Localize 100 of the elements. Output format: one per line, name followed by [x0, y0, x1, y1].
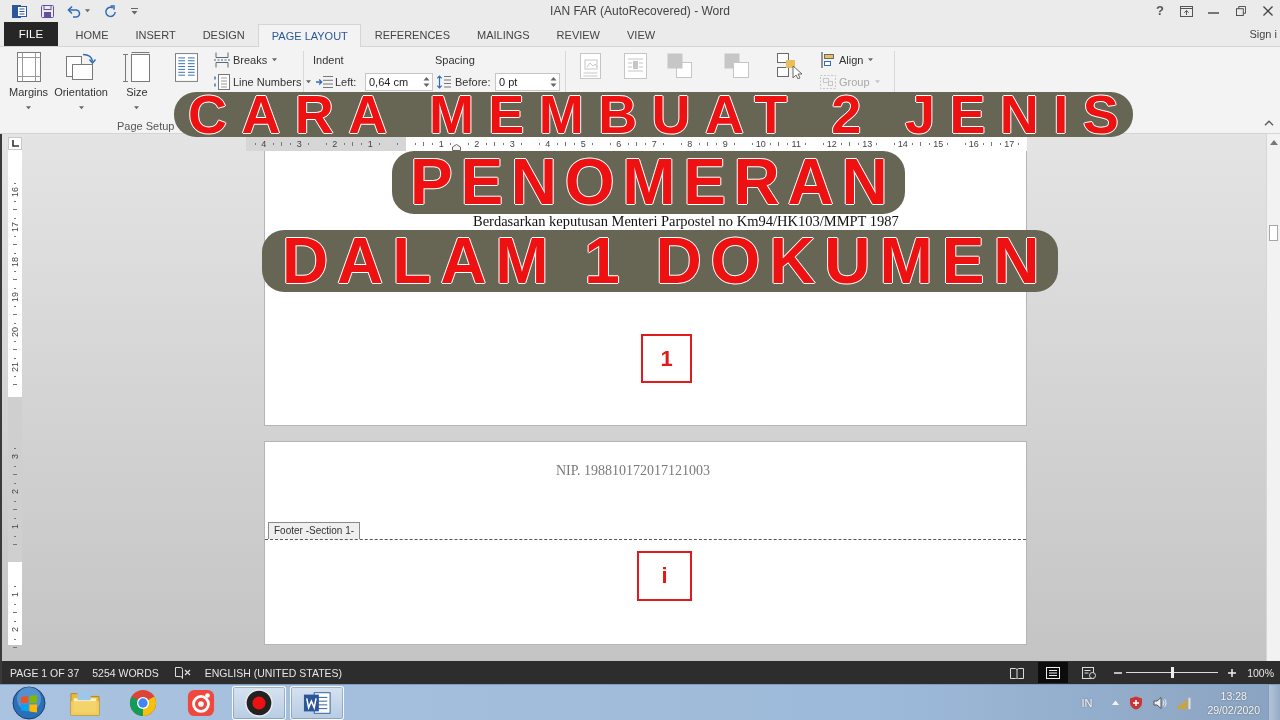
left-indent-label: Left: [335, 76, 358, 88]
zoom-percent-text[interactable]: 100% [1247, 666, 1274, 679]
caret-icon[interactable] [85, 9, 90, 13]
ruler-number: 1 [10, 592, 20, 598]
caret-icon [868, 58, 874, 62]
book-icon [1010, 666, 1025, 679]
ruler-number: 2 [474, 139, 480, 149]
taskbar-app-button[interactable] [232, 685, 286, 720]
ruler-number: 19 [10, 292, 20, 302]
group-label: Page Setup [117, 119, 175, 133]
ruler-number: 11 [791, 139, 801, 149]
caret-icon [26, 106, 32, 110]
columns-icon[interactable] [174, 53, 198, 82]
ribbon-tab[interactable]: VIEW [613, 24, 669, 46]
caret-icon [306, 80, 312, 84]
ribbon-tab[interactable]: PAGE LAYOUT [258, 24, 362, 47]
ribbon-tab[interactable]: REFERENCES [361, 24, 464, 46]
ruler-number: 3 [509, 139, 515, 149]
taskbar-app-button[interactable] [290, 685, 344, 720]
selection-pane-icon[interactable] [777, 53, 803, 79]
align-icon [820, 52, 836, 68]
ruler-number: 1 [10, 524, 20, 530]
redo-icon[interactable] [104, 4, 117, 18]
ruler-number: 12 [826, 139, 837, 149]
save-icon[interactable] [41, 4, 54, 18]
caret-icon [272, 58, 278, 62]
record-icon [244, 688, 274, 717]
file-tab[interactable]: FILE [4, 22, 58, 46]
align-button[interactable]: Align [820, 51, 880, 69]
ruler-number: 8 [687, 139, 693, 149]
ruler-number: 17 [10, 222, 20, 232]
left-indent-field[interactable]: 0,64 cm [365, 73, 433, 91]
window-title: IAN FAR (AutoRecovered) - Word [550, 4, 730, 18]
proofing-book-icon[interactable] [174, 666, 191, 679]
grouped-shapes-icon [820, 74, 836, 90]
zoom-slider-thumb[interactable] [1170, 667, 1174, 678]
language-text[interactable]: ENGLISH (UNITED STATES) [204, 666, 343, 679]
word-count-text[interactable]: 5254 WORDS [92, 666, 159, 679]
ribbon-tab[interactable]: HOME [62, 24, 122, 46]
scrollbar-thumb[interactable] [1269, 225, 1278, 241]
undo-icon[interactable] [67, 4, 81, 18]
page-count-text[interactable]: PAGE 1 OF 37 [10, 666, 80, 679]
restore-icon[interactable] [1236, 6, 1246, 16]
ribbon-tab[interactable]: INSERT [122, 24, 190, 46]
speaker-icon[interactable] [1153, 695, 1168, 710]
left-indent-icon [316, 76, 333, 88]
tab-stop-icon [11, 140, 19, 147]
spacing-before-field[interactable]: 0 pt [495, 73, 560, 91]
numbered-lines-icon [213, 74, 230, 90]
line-numbers-button[interactable]: Line Numbers [213, 73, 312, 91]
margins-button[interactable]: Margins [6, 51, 52, 110]
ruler-number: 7 [651, 139, 657, 149]
sign-in-link[interactable]: Sign i [1249, 28, 1280, 40]
ring-tile-icon [186, 688, 216, 717]
help-button[interactable]: ? [1156, 4, 1164, 18]
ribbon-tab[interactable]: REVIEW [543, 24, 614, 46]
ribbon-display-options-icon[interactable] [1180, 5, 1193, 17]
customize-toolbar-icon[interactable] [131, 7, 138, 15]
ribbon-tab[interactable]: MAILINGS [463, 24, 544, 46]
zoom-in-icon[interactable] [1228, 668, 1237, 677]
view-button[interactable] [1038, 662, 1069, 683]
headline-text: PENOMERAN [392, 151, 906, 214]
spinner-icon[interactable] [550, 75, 557, 89]
orientation-button[interactable]: Orientation [51, 51, 111, 110]
ribbon-tab[interactable]: DESIGN [189, 24, 259, 46]
ruler-number: 16 [968, 139, 979, 149]
page-icon [1046, 666, 1061, 679]
spinner-icon[interactable] [423, 75, 430, 89]
page-size-icon [121, 52, 152, 82]
close-icon[interactable] [1263, 6, 1273, 16]
ruler-number: 3 [10, 454, 20, 460]
scroll-up-icon[interactable] [1269, 140, 1278, 145]
web-page-icon [1082, 666, 1097, 679]
ruler-number: 17 [1004, 139, 1015, 149]
breaks-button[interactable]: Breaks [213, 51, 312, 69]
size-button[interactable]: Size [118, 51, 155, 110]
employee-id-text: NIP. 198810172017121003 [556, 463, 710, 478]
two-pages-arrow-icon [66, 52, 97, 82]
document-app-icon[interactable] [12, 3, 27, 19]
ruler-number: 2 [332, 139, 338, 149]
spacing-before-icon [437, 75, 451, 89]
collapse-ribbon-icon[interactable] [1264, 120, 1274, 126]
vertical-scrollbar[interactable] [1266, 134, 1280, 661]
ruler-number: 15 [933, 139, 944, 149]
headline-text: DALAM 1 DOKUMEN [262, 230, 1059, 292]
start-button-icon[interactable] [12, 685, 46, 720]
caret-icon [874, 80, 880, 84]
ruler-number: 4 [261, 139, 267, 149]
caret-icon [78, 106, 84, 110]
browser-icon [128, 688, 158, 717]
shield-icon[interactable] [1129, 695, 1144, 710]
body-text: Berdasarkan keputusan Menteri Parpostel no Km94/HK103/MMPT 1987 [473, 214, 899, 229]
ruler-number: 6 [616, 139, 622, 149]
tab-stop-selector[interactable] [8, 137, 22, 150]
ruler-number: 3 [296, 139, 302, 149]
ruler-number: 21 [10, 362, 20, 372]
page-number: i [637, 551, 692, 601]
headline-text: CARA MEMBUAT 2 JENIS [174, 92, 1134, 137]
page-number: 1 [641, 334, 692, 383]
ruler-number: 1 [438, 139, 444, 149]
